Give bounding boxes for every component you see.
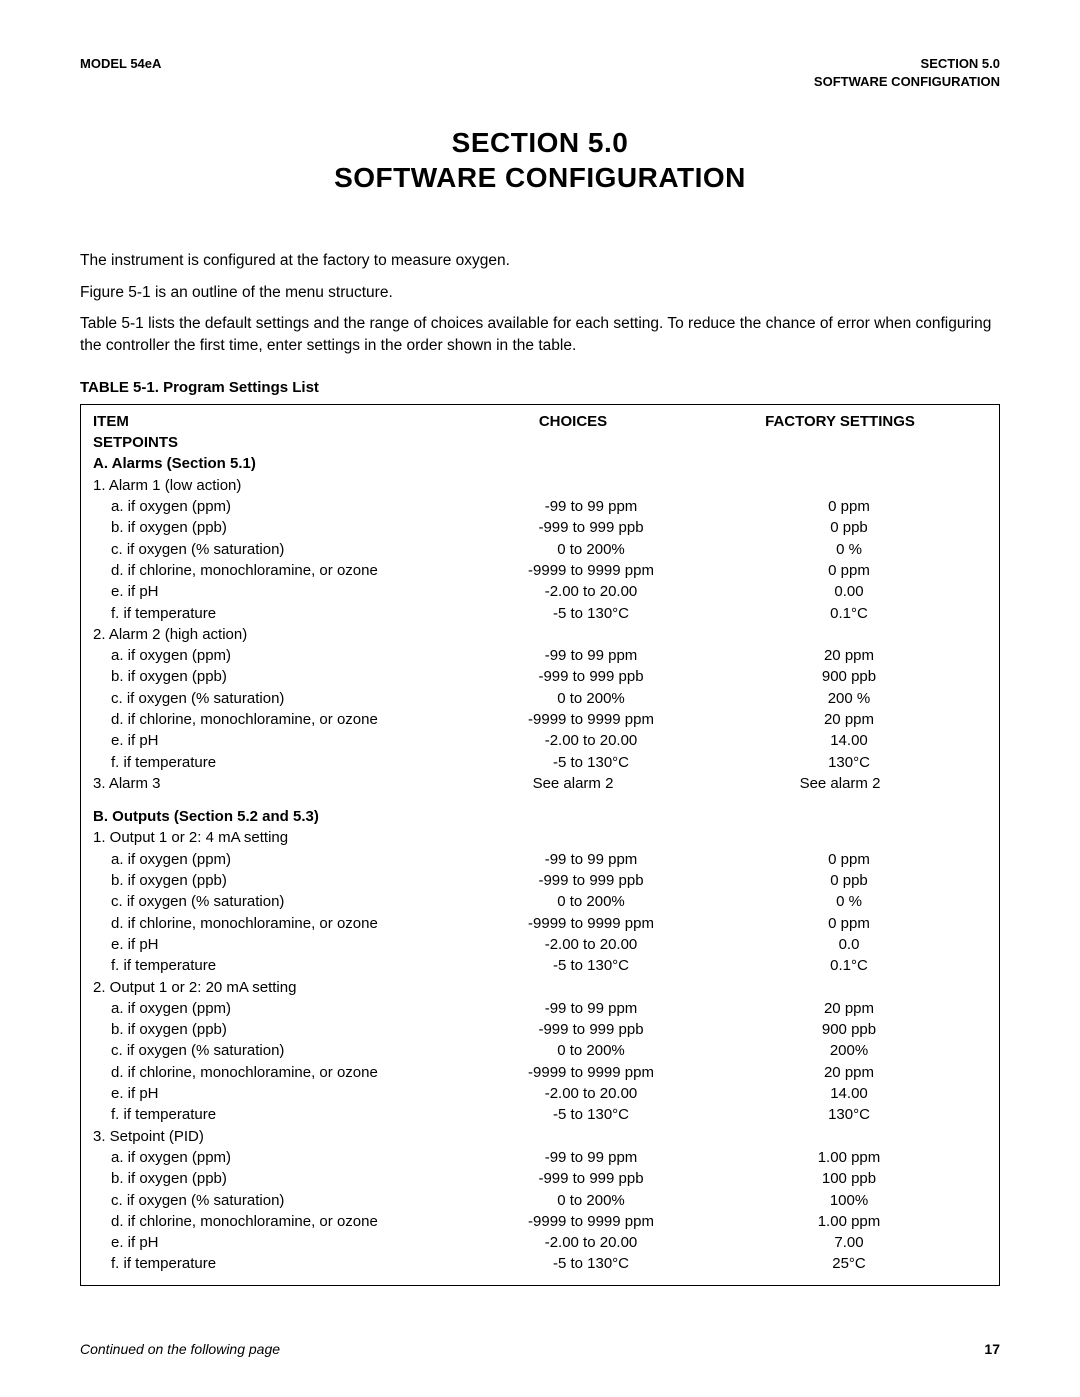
header-right: SECTION 5.0 SOFTWARE CONFIGURATION	[814, 55, 1000, 90]
intro-p1: The instrument is configured at the fact…	[80, 250, 1000, 272]
table-row: d. if chlorine, monochloramine, or ozone…	[93, 1062, 987, 1083]
table-row: a. if oxygen (ppm)-99 to 99 ppm20 ppm	[93, 998, 987, 1019]
section-a-title: A. Alarms (Section 5.1)	[93, 453, 987, 474]
section-b-title: B. Outputs (Section 5.2 and 5.3)	[93, 806, 987, 827]
table-row: a. if oxygen (ppm)-99 to 99 ppm0 ppm	[93, 849, 987, 870]
table-row: d. if chlorine, monochloramine, or ozone…	[93, 709, 987, 730]
table-row: d. if chlorine, monochloramine, or ozone…	[93, 1211, 987, 1232]
table-row: e. if pH-2.00 to 20.000.0	[93, 934, 987, 955]
table-header-row: ITEM CHOICES FACTORY SETTINGS	[93, 411, 987, 432]
page-title: SECTION 5.0 SOFTWARE CONFIGURATION	[80, 125, 1000, 195]
table-caption: TABLE 5-1. Program Settings List	[80, 379, 1000, 396]
page-header: MODEL 54eA SECTION 5.0 SOFTWARE CONFIGUR…	[80, 55, 1000, 90]
document-page: MODEL 54eA SECTION 5.0 SOFTWARE CONFIGUR…	[0, 0, 1080, 1397]
table-row: f. if temperature-5 to 130°C130°C	[93, 1104, 987, 1125]
output4-label: 1. Output 1 or 2: 4 mA setting	[93, 827, 987, 848]
title-line1: SECTION 5.0	[452, 127, 629, 158]
table-row: f. if temperature-5 to 130°C25°C	[93, 1253, 987, 1274]
table-row: e. if pH-2.00 to 20.000.00	[93, 581, 987, 602]
continued-label: Continued on the following page	[80, 1341, 280, 1357]
intro-text: The instrument is configured at the fact…	[80, 250, 1000, 357]
table-row: d. if chlorine, monochloramine, or ozone…	[93, 913, 987, 934]
intro-p2: Figure 5-1 is an outline of the menu str…	[80, 282, 1000, 304]
th-factory: FACTORY SETTINGS	[693, 411, 987, 432]
setpoints-label: SETPOINTS	[93, 432, 987, 453]
alarm2-label: 2. Alarm 2 (high action)	[93, 624, 987, 645]
table-row: f. if temperature-5 to 130°C0.1°C	[93, 955, 987, 976]
table-row: a. if oxygen (ppm)-99 to 99 ppm20 ppm	[93, 645, 987, 666]
header-left: MODEL 54eA	[80, 55, 161, 90]
output20-label: 2. Output 1 or 2: 20 mA setting	[93, 977, 987, 998]
pid-label: 3. Setpoint (PID)	[93, 1126, 987, 1147]
title-line2: SOFTWARE CONFIGURATION	[334, 162, 746, 193]
table-row: b. if oxygen (ppb)-999 to 999 ppb0 ppb	[93, 870, 987, 891]
th-choices: CHOICES	[453, 411, 693, 432]
intro-p3: Table 5-1 lists the default settings and…	[80, 313, 1000, 356]
alarm1-label: 1. Alarm 1 (low action)	[93, 475, 987, 496]
table-row: e. if pH-2.00 to 20.0014.00	[93, 730, 987, 751]
table-row: c. if oxygen (% saturation)0 to 200%0 %	[93, 539, 987, 560]
table-row: d. if chlorine, monochloramine, or ozone…	[93, 560, 987, 581]
table-row: e. if pH-2.00 to 20.007.00	[93, 1232, 987, 1253]
header-subtitle: SOFTWARE CONFIGURATION	[814, 73, 1000, 91]
alarm3-row: 3. Alarm 3See alarm 2See alarm 2	[93, 773, 987, 794]
table-row: f. if temperature-5 to 130°C130°C	[93, 752, 987, 773]
table-row: b. if oxygen (ppb)-999 to 999 ppb100 ppb	[93, 1168, 987, 1189]
settings-table: ITEM CHOICES FACTORY SETTINGS SETPOINTS …	[80, 404, 1000, 1286]
th-item: ITEM	[93, 411, 453, 432]
page-footer: Continued on the following page 17	[80, 1341, 1000, 1357]
table-row: b. if oxygen (ppb)-999 to 999 ppb900 ppb	[93, 1019, 987, 1040]
table-row: b. if oxygen (ppb)-999 to 999 ppb0 ppb	[93, 517, 987, 538]
table-row: a. if oxygen (ppm)-99 to 99 ppm0 ppm	[93, 496, 987, 517]
page-number: 17	[984, 1341, 1000, 1357]
table-row: e. if pH-2.00 to 20.0014.00	[93, 1083, 987, 1104]
table-row: c. if oxygen (% saturation)0 to 200%200%	[93, 1040, 987, 1061]
table-row: c. if oxygen (% saturation)0 to 200%100%	[93, 1190, 987, 1211]
table-row: c. if oxygen (% saturation)0 to 200%0 %	[93, 891, 987, 912]
table-row: f. if temperature-5 to 130°C0.1°C	[93, 603, 987, 624]
table-row: b. if oxygen (ppb)-999 to 999 ppb900 ppb	[93, 666, 987, 687]
table-row: c. if oxygen (% saturation)0 to 200%200 …	[93, 688, 987, 709]
header-section: SECTION 5.0	[814, 55, 1000, 73]
table-row: a. if oxygen (ppm)-99 to 99 ppm1.00 ppm	[93, 1147, 987, 1168]
